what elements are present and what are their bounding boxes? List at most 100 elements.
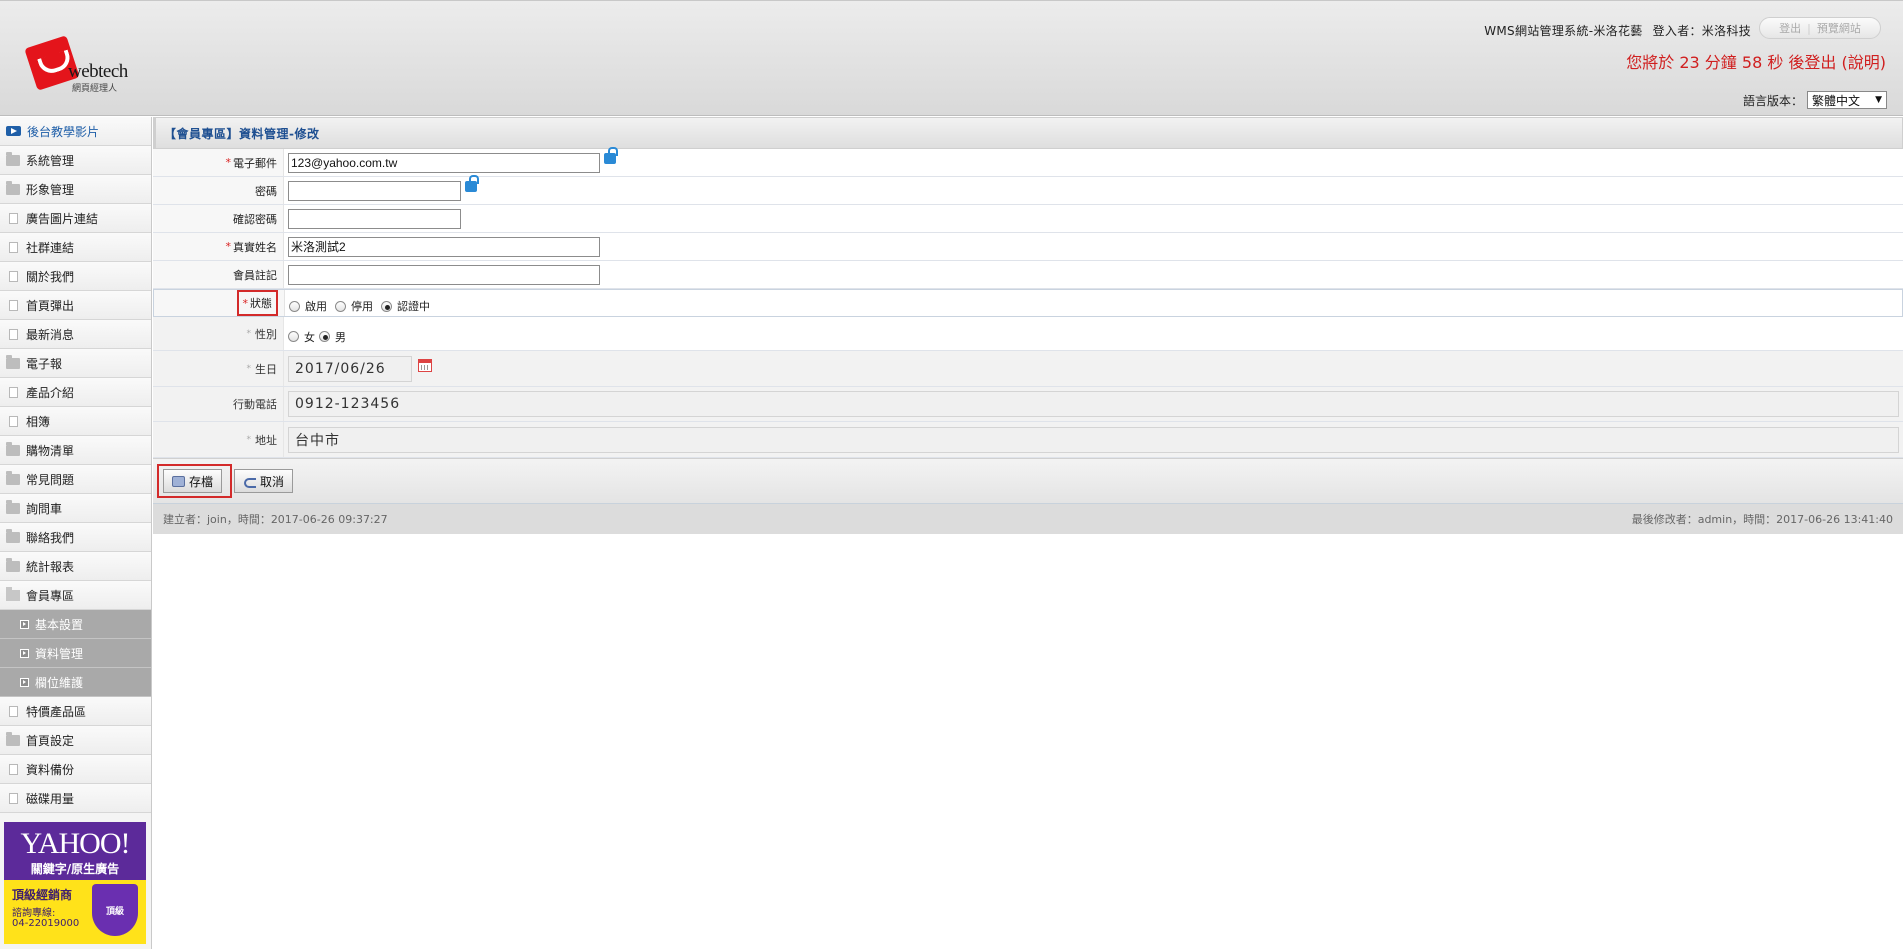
yahoo-logo: YAHOO! — [20, 827, 131, 860]
main-content: 【會員專區】資料管理-修改 * 電子郵件 123@yahoo.com.tw 密碼 … — [153, 117, 1903, 534]
note-row: 會員註記 — [153, 261, 1903, 289]
modified-info: 最後修改者：admin，時間：2017-06-26 13:41:40 — [1631, 513, 1893, 526]
lock-icon[interactable] — [604, 147, 618, 164]
status-option-enabled[interactable]: 啟用 — [289, 298, 327, 314]
radio-button[interactable] — [289, 300, 300, 312]
sidebar-item-label: 電子報 — [26, 356, 63, 371]
address-row: * 地址 台中市 — [153, 422, 1903, 458]
login-user: 登入者：米洛科技 — [1652, 24, 1751, 38]
confirm-password-field[interactable] — [288, 208, 461, 229]
sidebar-item[interactable]: 購物清單 — [0, 436, 151, 465]
page-icon — [9, 212, 18, 224]
mobile-row: 行動電話 0912-123456 — [153, 387, 1903, 422]
header: webtech 網頁經理人 WMS網站管理系統-米洛花藝 登入者：米洛科技 登出 … — [0, 0, 1903, 116]
save-button[interactable]: 存檔 — [163, 469, 223, 493]
sidebar-item[interactable]: 相簿 — [0, 407, 151, 436]
option-label: 啟用 — [305, 300, 327, 313]
sidebar-item[interactable]: 後台教學影片 — [0, 117, 151, 146]
language-select[interactable]: 繁體中文 ▼ — [1807, 91, 1887, 109]
required-mark: * — [225, 240, 232, 253]
sidebar-item-label: 欄位維護 — [35, 675, 84, 690]
sidebar-item[interactable]: 聯絡我們 — [0, 523, 151, 552]
save-highlight: 存檔 — [157, 464, 233, 498]
sidebar-item[interactable]: 關於我們 — [0, 262, 151, 291]
status-option-verifying[interactable]: 認證中 — [381, 298, 430, 314]
sidebar-item[interactable]: 最新消息 — [0, 320, 151, 349]
option-label: 男 — [335, 330, 346, 344]
undo-icon — [243, 476, 257, 488]
password-field[interactable] — [288, 180, 461, 201]
mobile-cell: 0912-123456 — [283, 387, 1903, 421]
gender-row: * 性別 女 男 — [153, 317, 1903, 351]
sidebar-item[interactable]: 電子報 — [0, 349, 151, 378]
mobile-field[interactable]: 0912-123456 — [288, 391, 1899, 417]
sidebar-item[interactable]: 欄位維護 — [0, 668, 151, 697]
sidebar-item[interactable]: 磁碟用量 — [0, 784, 151, 813]
sidebar-item-label: 資料管理 — [35, 646, 84, 661]
status-label-cell: * 狀態 — [154, 290, 284, 316]
password-row: 密碼 — [153, 175, 1903, 205]
logout-button[interactable]: 登出 — [1779, 20, 1801, 36]
page-icon — [9, 792, 18, 804]
sidebar-item[interactable]: 會員專區 — [0, 581, 151, 610]
sidebar-item-label: 形象管理 — [26, 182, 75, 197]
divider: | — [1807, 21, 1811, 35]
folder-icon — [6, 441, 20, 456]
language-label: 語言版本： — [1742, 93, 1803, 108]
logout-countdown[interactable]: 您將於 23 分鐘 58 秒 後登出 (說明) — [1626, 49, 1886, 73]
sidebar-item[interactable]: 社群連結 — [0, 233, 151, 262]
preview-site-button[interactable]: 預覽網站 — [1817, 20, 1861, 36]
folder-icon — [6, 354, 20, 369]
language-selector: 語言版本： 繁體中文 ▼ — [1743, 91, 1887, 109]
sidebar-item[interactable]: 首頁設定 — [0, 726, 151, 755]
radio-button[interactable] — [335, 300, 346, 312]
sidebar-item[interactable]: 資料備份 — [0, 755, 151, 784]
radio-button[interactable] — [288, 331, 299, 342]
status-option-disabled[interactable]: 停用 — [335, 298, 373, 314]
sidebar-item[interactable]: 詢問車 — [0, 494, 151, 523]
ad-badge-icon: 頂級 — [92, 884, 138, 936]
email-cell: 123@yahoo.com.tw — [283, 147, 1903, 176]
folder-icon — [6, 499, 20, 514]
status-options: 啟用 停用 認證中 — [284, 290, 1902, 316]
gender-option-female[interactable]: 女 — [288, 329, 315, 345]
gender-label-text: 性別 — [255, 327, 277, 341]
cancel-button[interactable]: 取消 — [234, 469, 294, 493]
sidebar-item[interactable]: 常見問題 — [0, 465, 151, 494]
sidebar-item[interactable]: 首頁彈出 — [0, 291, 151, 320]
system-title: WMS網站管理系統-米洛花藝 — [1484, 24, 1643, 38]
sidebar-item-label: 基本設置 — [35, 617, 84, 632]
email-field[interactable]: 123@yahoo.com.tw — [288, 152, 600, 173]
sidebar-item[interactable]: 特價產品區 — [0, 697, 151, 726]
birthday-field[interactable]: 2017/06/26 — [288, 355, 412, 382]
page-icon — [9, 328, 18, 340]
calendar-icon[interactable] — [418, 359, 432, 372]
password-cell — [283, 175, 1903, 204]
sidebar-item[interactable]: 廣告圖片連結 — [0, 204, 151, 233]
lock-icon[interactable] — [465, 175, 479, 192]
sidebar-item[interactable]: 資料管理 — [0, 639, 151, 668]
sidebar-item[interactable]: 系統管理 — [0, 146, 151, 175]
sidebar-item[interactable]: 產品介紹 — [0, 378, 151, 407]
arrow-square-icon — [20, 648, 29, 658]
radio-button-selected[interactable] — [381, 300, 392, 312]
sidebar-item-label: 會員專區 — [26, 588, 75, 603]
sidebar-item-label: 特價產品區 — [26, 704, 87, 719]
sidebar-item[interactable]: 基本設置 — [0, 610, 151, 639]
sidebar-item-label: 廣告圖片連結 — [26, 211, 99, 226]
ad-line2: 諮詢專線: — [12, 908, 56, 919]
birthday-cell: 2017/06/26 — [283, 351, 1903, 386]
address-field[interactable]: 台中市 — [288, 426, 1899, 453]
radio-button-selected[interactable] — [319, 331, 330, 342]
name-field[interactable]: 米洛測試2 — [288, 236, 600, 257]
status-row: * 狀態 啟用 停用 認證中 — [153, 289, 1903, 317]
sidebar-item[interactable]: 形象管理 — [0, 175, 151, 204]
option-label: 停用 — [351, 300, 373, 313]
webtech-logo[interactable]: webtech 網頁經理人 — [24, 35, 144, 94]
sidebar-item[interactable]: 統計報表 — [0, 552, 151, 581]
yahoo-ad-banner[interactable]: YAHOO! 關鍵字/原生廣告 頂級經銷商 諮詢專線: 04-22019000 … — [4, 822, 146, 944]
sidebar-item-label: 系統管理 — [26, 153, 75, 168]
gender-option-male[interactable]: 男 — [319, 329, 346, 345]
note-field[interactable] — [288, 264, 600, 285]
sidebar-item-label: 社群連結 — [26, 240, 75, 255]
